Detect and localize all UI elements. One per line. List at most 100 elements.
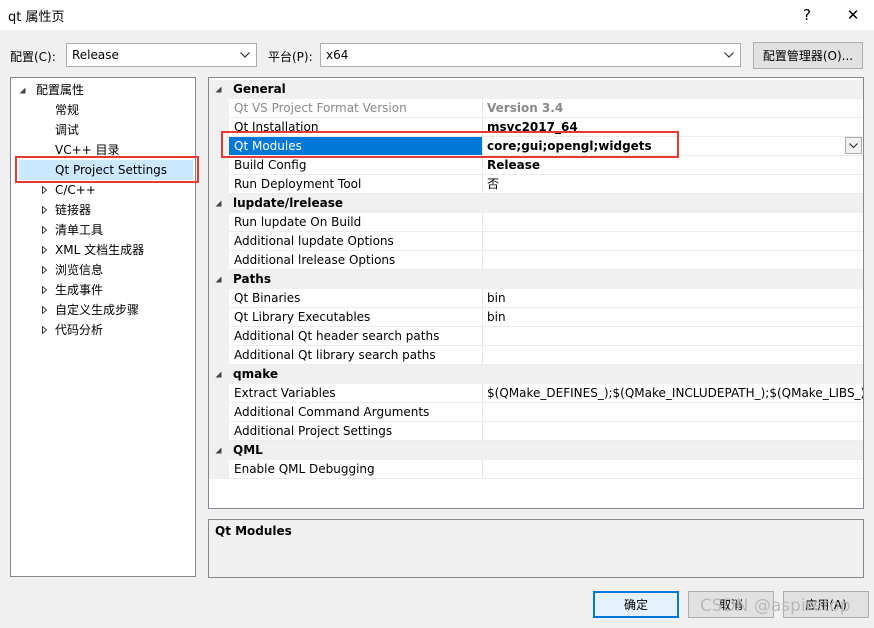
- expanded-triangle-icon[interactable]: [213, 80, 223, 99]
- expanded-triangle-icon[interactable]: [213, 194, 223, 213]
- property-value[interactable]: $(QMake_DEFINES_);$(QMake_INCLUDEPATH_);…: [487, 384, 863, 403]
- property-name: Extract Variables: [234, 386, 336, 400]
- tree-item-label: 浏览信息: [55, 263, 104, 277]
- config-dropdown[interactable]: Release: [66, 43, 257, 67]
- config-manager-button[interactable]: 配置管理器(O)...: [753, 42, 863, 69]
- column-divider: [482, 175, 483, 194]
- platform-dropdown[interactable]: x64: [320, 43, 741, 67]
- collapsed-triangle-icon[interactable]: [39, 260, 49, 280]
- property-row[interactable]: Qt Binaries bin: [209, 289, 863, 308]
- property-name: Additional Command Arguments: [234, 405, 430, 419]
- collapsed-triangle-icon[interactable]: [39, 240, 49, 260]
- tree-item[interactable]: 浏览信息: [11, 260, 195, 280]
- tree-item[interactable]: Qt Project Settings: [11, 160, 195, 180]
- tree-item[interactable]: 生成事件: [11, 280, 195, 300]
- row-gutter: [209, 289, 229, 308]
- help-button[interactable]: ?: [792, 2, 822, 28]
- column-divider: [482, 403, 483, 422]
- tree-item[interactable]: 清单工具: [11, 220, 195, 240]
- collapsed-triangle-icon[interactable]: [39, 280, 49, 300]
- property-name: Qt VS Project Format Version: [234, 101, 407, 115]
- tree-item[interactable]: 自定义生成步骤: [11, 300, 195, 320]
- property-row[interactable]: Additional Qt library search paths: [209, 346, 863, 365]
- column-divider: [482, 232, 483, 251]
- property-value[interactable]: Version 3.4: [487, 99, 863, 118]
- category-header[interactable]: QML: [209, 441, 863, 460]
- collapsed-triangle-icon[interactable]: [39, 220, 49, 240]
- property-name: Additional lupdate Options: [234, 234, 394, 248]
- property-name: Enable QML Debugging: [234, 462, 375, 476]
- category-title: General: [233, 82, 286, 96]
- property-row[interactable]: Additional lrelease Options: [209, 251, 863, 270]
- column-divider: [482, 422, 483, 441]
- tree-item[interactable]: 代码分析: [11, 320, 195, 340]
- config-dropdown-value: Release: [72, 48, 119, 62]
- property-value[interactable]: Release: [487, 156, 863, 175]
- tree-item[interactable]: VC++ 目录: [11, 140, 195, 160]
- property-name: Qt Modules: [234, 139, 302, 153]
- property-row[interactable]: Qt Modules core;gui;opengl;widgets: [209, 137, 863, 156]
- category-header[interactable]: General: [209, 80, 863, 99]
- qt-modules-dropdown-button[interactable]: [845, 137, 862, 154]
- property-name: Additional Qt header search paths: [234, 329, 440, 343]
- platform-label: 平台(P):: [268, 50, 313, 64]
- property-row[interactable]: Qt VS Project Format Version Version 3.4: [209, 99, 863, 118]
- expanded-triangle-icon: [17, 80, 27, 100]
- tree-item[interactable]: 调试: [11, 120, 195, 140]
- tree-item[interactable]: 常规: [11, 100, 195, 120]
- column-divider: [482, 460, 483, 479]
- collapsed-triangle-icon[interactable]: [39, 320, 49, 340]
- tree-item-label: 调试: [55, 123, 80, 137]
- category-header[interactable]: qmake: [209, 365, 863, 384]
- ok-button[interactable]: 确定: [593, 591, 679, 618]
- property-name: Qt Library Executables: [234, 310, 371, 324]
- column-divider: [482, 384, 483, 403]
- property-value[interactable]: core;gui;opengl;widgets: [487, 137, 863, 156]
- column-divider: [482, 346, 483, 365]
- tree-item-label: 常规: [55, 103, 80, 117]
- collapsed-triangle-icon[interactable]: [39, 300, 49, 320]
- expanded-triangle-icon[interactable]: [213, 365, 223, 384]
- property-row[interactable]: Run lupdate On Build: [209, 213, 863, 232]
- category-header[interactable]: lupdate/lrelease: [209, 194, 863, 213]
- row-gutter: [209, 156, 229, 175]
- property-row[interactable]: Build Config Release: [209, 156, 863, 175]
- expanded-triangle-icon[interactable]: [213, 441, 223, 460]
- row-gutter: [209, 460, 229, 479]
- property-row[interactable]: Enable QML Debugging: [209, 460, 863, 479]
- property-row[interactable]: Qt Library Executables bin: [209, 308, 863, 327]
- title-bar: [0, 0, 874, 30]
- property-row[interactable]: Run Deployment Tool 否: [209, 175, 863, 194]
- collapsed-triangle-icon[interactable]: [39, 180, 49, 200]
- property-row[interactable]: Extract Variables $(QMake_DEFINES_);$(QMa…: [209, 384, 863, 403]
- tree-item[interactable]: XML 文档生成器: [11, 240, 195, 260]
- tree-item-label: 生成事件: [55, 283, 104, 297]
- property-value[interactable]: msvc2017_64: [487, 118, 863, 137]
- tree-item-label: XML 文档生成器: [55, 243, 145, 257]
- description-title: Qt Modules: [215, 524, 292, 538]
- description-pane: Qt Modules: [208, 519, 864, 578]
- property-value[interactable]: bin: [487, 289, 863, 308]
- property-value[interactable]: 否: [487, 175, 863, 194]
- property-row[interactable]: Additional lupdate Options: [209, 232, 863, 251]
- property-value[interactable]: bin: [487, 308, 863, 327]
- row-gutter: [209, 346, 229, 365]
- property-row[interactable]: Additional Qt header search paths: [209, 327, 863, 346]
- row-gutter: [209, 213, 229, 232]
- property-row[interactable]: Additional Project Settings: [209, 422, 863, 441]
- property-row[interactable]: Qt Installation msvc2017_64: [209, 118, 863, 137]
- tree-item-label: C/C++: [55, 183, 96, 197]
- tree-item[interactable]: C/C++: [11, 180, 195, 200]
- column-divider: [482, 289, 483, 308]
- watermark: CSDN @aspiretop: [700, 596, 851, 616]
- property-row[interactable]: Additional Command Arguments: [209, 403, 863, 422]
- expanded-triangle-icon[interactable]: [213, 270, 223, 289]
- property-name: Additional Project Settings: [234, 424, 393, 438]
- category-header[interactable]: Paths: [209, 270, 863, 289]
- tree-root-label: 配置属性: [36, 83, 85, 97]
- close-button[interactable]: ✕: [838, 2, 868, 28]
- chevron-down-icon: [238, 47, 252, 63]
- collapsed-triangle-icon[interactable]: [39, 200, 49, 220]
- tree-item[interactable]: 链接器: [11, 200, 195, 220]
- column-divider: [482, 327, 483, 346]
